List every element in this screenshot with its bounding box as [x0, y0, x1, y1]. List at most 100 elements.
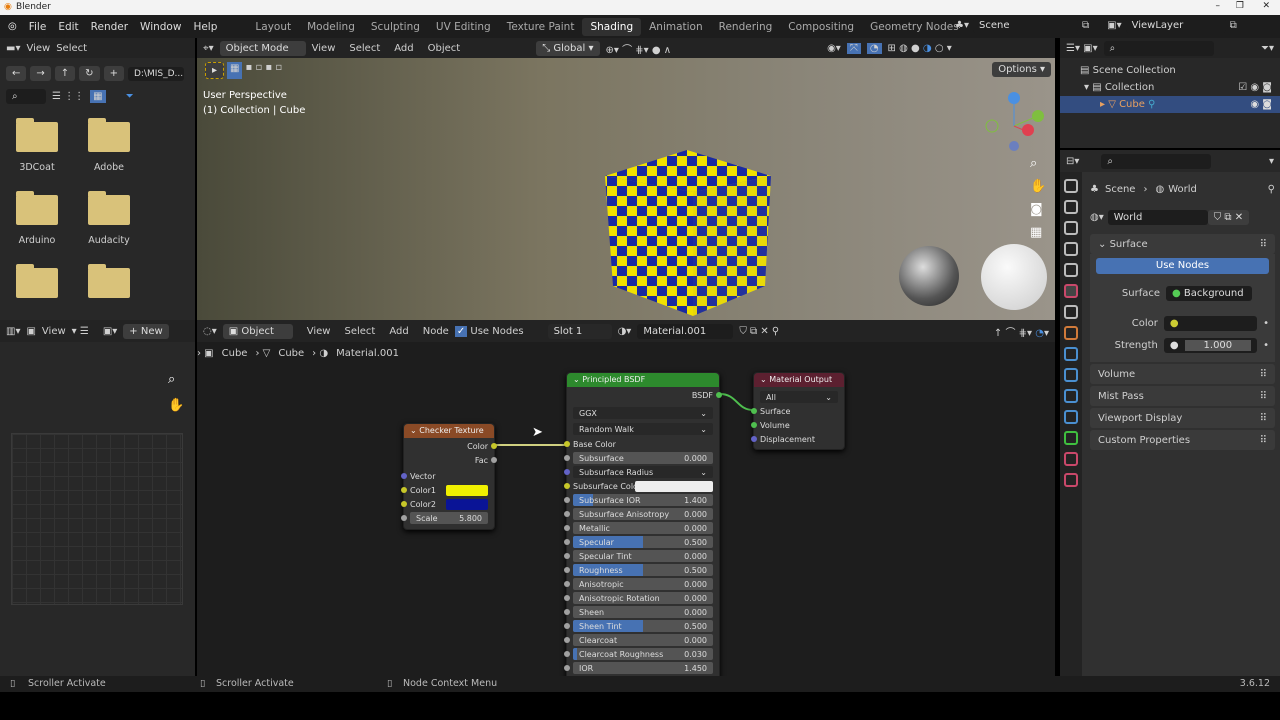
- world-browse-icon[interactable]: ◍▾: [1090, 212, 1104, 223]
- workspace-tab[interactable]: Shading: [582, 17, 642, 36]
- panel-volume[interactable]: Volume ⠿: [1090, 364, 1275, 384]
- workspace-tab[interactable]: Compositing: [780, 18, 862, 36]
- blender-menu-icon[interactable]: ◎: [8, 21, 17, 32]
- properties-tab-icon[interactable]: [1064, 347, 1078, 361]
- distribution-dropdown[interactable]: GGX ⌄: [573, 407, 713, 419]
- display-mode-icon[interactable]: ☰ ⋮⋮: [52, 91, 84, 102]
- workspace-tab[interactable]: Geometry Nodes: [862, 18, 967, 36]
- outliner-type-icon[interactable]: ☰▾ ▣▾: [1066, 43, 1098, 54]
- param-slider[interactable]: Clearcoat 0.000: [573, 634, 713, 646]
- workspace-tab[interactable]: Texture Paint: [499, 18, 583, 36]
- param-slider[interactable]: Specular Tint 0.000: [573, 550, 713, 562]
- select-tool-icon[interactable]: ▸: [205, 62, 225, 79]
- socket-icon[interactable]: [401, 515, 407, 521]
- panel-viewport-display[interactable]: Viewport Display ⠿: [1090, 408, 1275, 428]
- output-target-dropdown[interactable]: All ⌄: [760, 391, 838, 403]
- socket-icon[interactable]: [564, 665, 570, 671]
- param-slider[interactable]: Subsurface 0.000: [573, 452, 713, 464]
- node-editor[interactable]: ◌▾ ▣ Object View Select Add Node ✓ Use Node…: [197, 320, 1055, 676]
- new-folder-button[interactable]: +: [103, 66, 124, 81]
- surface-panel-header[interactable]: ⌄ Surface ⠿: [1090, 234, 1275, 254]
- properties-tab-icon[interactable]: [1064, 368, 1078, 382]
- workspace-tab[interactable]: Modeling: [299, 18, 363, 36]
- view-layer-icon[interactable]: ▣▾: [1107, 20, 1121, 31]
- properties-tab-icon[interactable]: [1064, 263, 1078, 277]
- properties-tab-icon[interactable]: [1064, 452, 1078, 466]
- socket-icon[interactable]: [564, 595, 570, 601]
- camera-view-icon[interactable]: ◙: [1030, 202, 1046, 217]
- new-image-button[interactable]: + New: [123, 323, 169, 339]
- drag-handle-icon[interactable]: ⠿: [1260, 391, 1267, 402]
- color2-swatch[interactable]: [446, 498, 488, 510]
- properties-tab-icon[interactable]: [1064, 305, 1078, 319]
- socket-icon[interactable]: [491, 443, 497, 449]
- menu-window[interactable]: Window: [134, 21, 187, 33]
- socket-icon[interactable]: [751, 422, 757, 428]
- menu-file[interactable]: File: [23, 21, 53, 33]
- editor-type-icon[interactable]: ⌖▾: [203, 43, 214, 54]
- socket-icon[interactable]: [564, 469, 570, 475]
- navigation-gizmo[interactable]: [982, 90, 1052, 152]
- viewport-menu-select[interactable]: Select: [349, 43, 380, 54]
- principled-bsdf-node[interactable]: ⌄ Principled BSDF BSDF GGX ⌄ Random Walk ⌄…: [564, 372, 722, 676]
- properties-tab-icon[interactable]: [1064, 431, 1078, 445]
- socket-icon[interactable]: [751, 436, 757, 442]
- use-nodes-button[interactable]: Use Nodes: [1096, 258, 1269, 274]
- socket-icon[interactable]: [564, 567, 570, 573]
- viewport-menu-add[interactable]: Add: [394, 43, 413, 54]
- color1-swatch[interactable]: [446, 484, 488, 496]
- gizmo-toggle-icon[interactable]: ⤧: [846, 42, 861, 54]
- strength-field[interactable]: ● 1.000: [1163, 337, 1258, 353]
- socket-icon[interactable]: [564, 525, 570, 531]
- socket-icon[interactable]: [564, 609, 570, 615]
- folder-item[interactable]: [16, 264, 58, 308]
- shading-mode-icons[interactable]: ⊞ ◍ ● ◑ ○ ▾: [888, 43, 952, 54]
- drag-handle-icon[interactable]: ⠿: [1260, 413, 1267, 424]
- thumbnail-mode-icon[interactable]: ▦: [90, 90, 106, 103]
- param-slider[interactable]: Subsurface IOR 1.400: [573, 494, 713, 506]
- overlay-toggle-icon[interactable]: ◔: [866, 42, 882, 54]
- param-slider[interactable]: Specular 0.500: [573, 536, 713, 548]
- workspace-tab[interactable]: UV Editing: [428, 18, 499, 36]
- maximize-button[interactable]: ❐: [1236, 1, 1244, 11]
- workspace-tab[interactable]: Animation: [641, 18, 711, 36]
- param-slider[interactable]: Sheen 0.000: [573, 606, 713, 618]
- new-scene-icon[interactable]: ⧉: [1082, 20, 1089, 31]
- properties-tab-icon[interactable]: [1064, 389, 1078, 403]
- back-button[interactable]: ←: [6, 66, 27, 81]
- param-slider[interactable]: Metallic 0.000: [573, 522, 713, 534]
- subsurface-method-dropdown[interactable]: Random Walk ⌄: [573, 423, 713, 435]
- folder-item[interactable]: Arduino: [16, 191, 58, 246]
- workspace-tab[interactable]: Layout: [247, 18, 299, 36]
- outliner-scene-collection[interactable]: ▤ Scene Collection: [1080, 62, 1280, 79]
- view-layer-selector[interactable]: ViewLayer: [1125, 18, 1226, 33]
- param-slider[interactable]: Subsurface Anisotropy 0.000: [573, 508, 713, 520]
- checker-texture-node[interactable]: ⌄ Checker Texture Color Fac Vector Color…: [401, 423, 497, 530]
- refresh-button[interactable]: ↻: [79, 66, 100, 81]
- close-button[interactable]: ✕: [1262, 1, 1270, 11]
- select-box-icon[interactable]: ▦: [227, 62, 243, 79]
- param-slider[interactable]: Sheen Tint 0.500: [573, 620, 713, 632]
- menu-help[interactable]: Help: [187, 21, 223, 33]
- socket-icon[interactable]: [751, 408, 757, 414]
- world-name-field[interactable]: World: [1107, 209, 1208, 225]
- image-canvas-grid[interactable]: [11, 433, 183, 605]
- world-actions[interactable]: ⛉ ⧉ ✕: [1207, 209, 1250, 225]
- socket-icon[interactable]: [564, 581, 570, 587]
- workspace-tab[interactable]: Rendering: [711, 18, 781, 36]
- socket-icon[interactable]: [564, 511, 570, 517]
- param-slider[interactable]: Roughness 0.500: [573, 564, 713, 576]
- properties-tab-icon[interactable]: [1064, 221, 1078, 235]
- properties-menu-icon[interactable]: ▾: [1269, 156, 1274, 167]
- panel-mist-pass[interactable]: Mist Pass ⠿: [1090, 386, 1275, 406]
- param-slider[interactable]: Anisotropic Rotation 0.000: [573, 592, 713, 604]
- material-output-node[interactable]: ⌄ Material Output All ⌄ Surface Volume Di…: [751, 372, 845, 450]
- properties-tab-icon[interactable]: [1064, 410, 1078, 424]
- zoom-icon[interactable]: ⌕: [1030, 156, 1046, 171]
- fb-view-menu[interactable]: View: [26, 43, 50, 54]
- outliner-search-input[interactable]: ⌕: [1103, 40, 1214, 56]
- outliner-cube[interactable]: ▸ ▽ Cube ⚲ ◉ ◙: [1060, 96, 1280, 113]
- socket-icon[interactable]: [491, 457, 497, 463]
- properties-tab-icon[interactable]: [1064, 284, 1078, 298]
- param-slider[interactable]: Anisotropic 0.000: [573, 578, 713, 590]
